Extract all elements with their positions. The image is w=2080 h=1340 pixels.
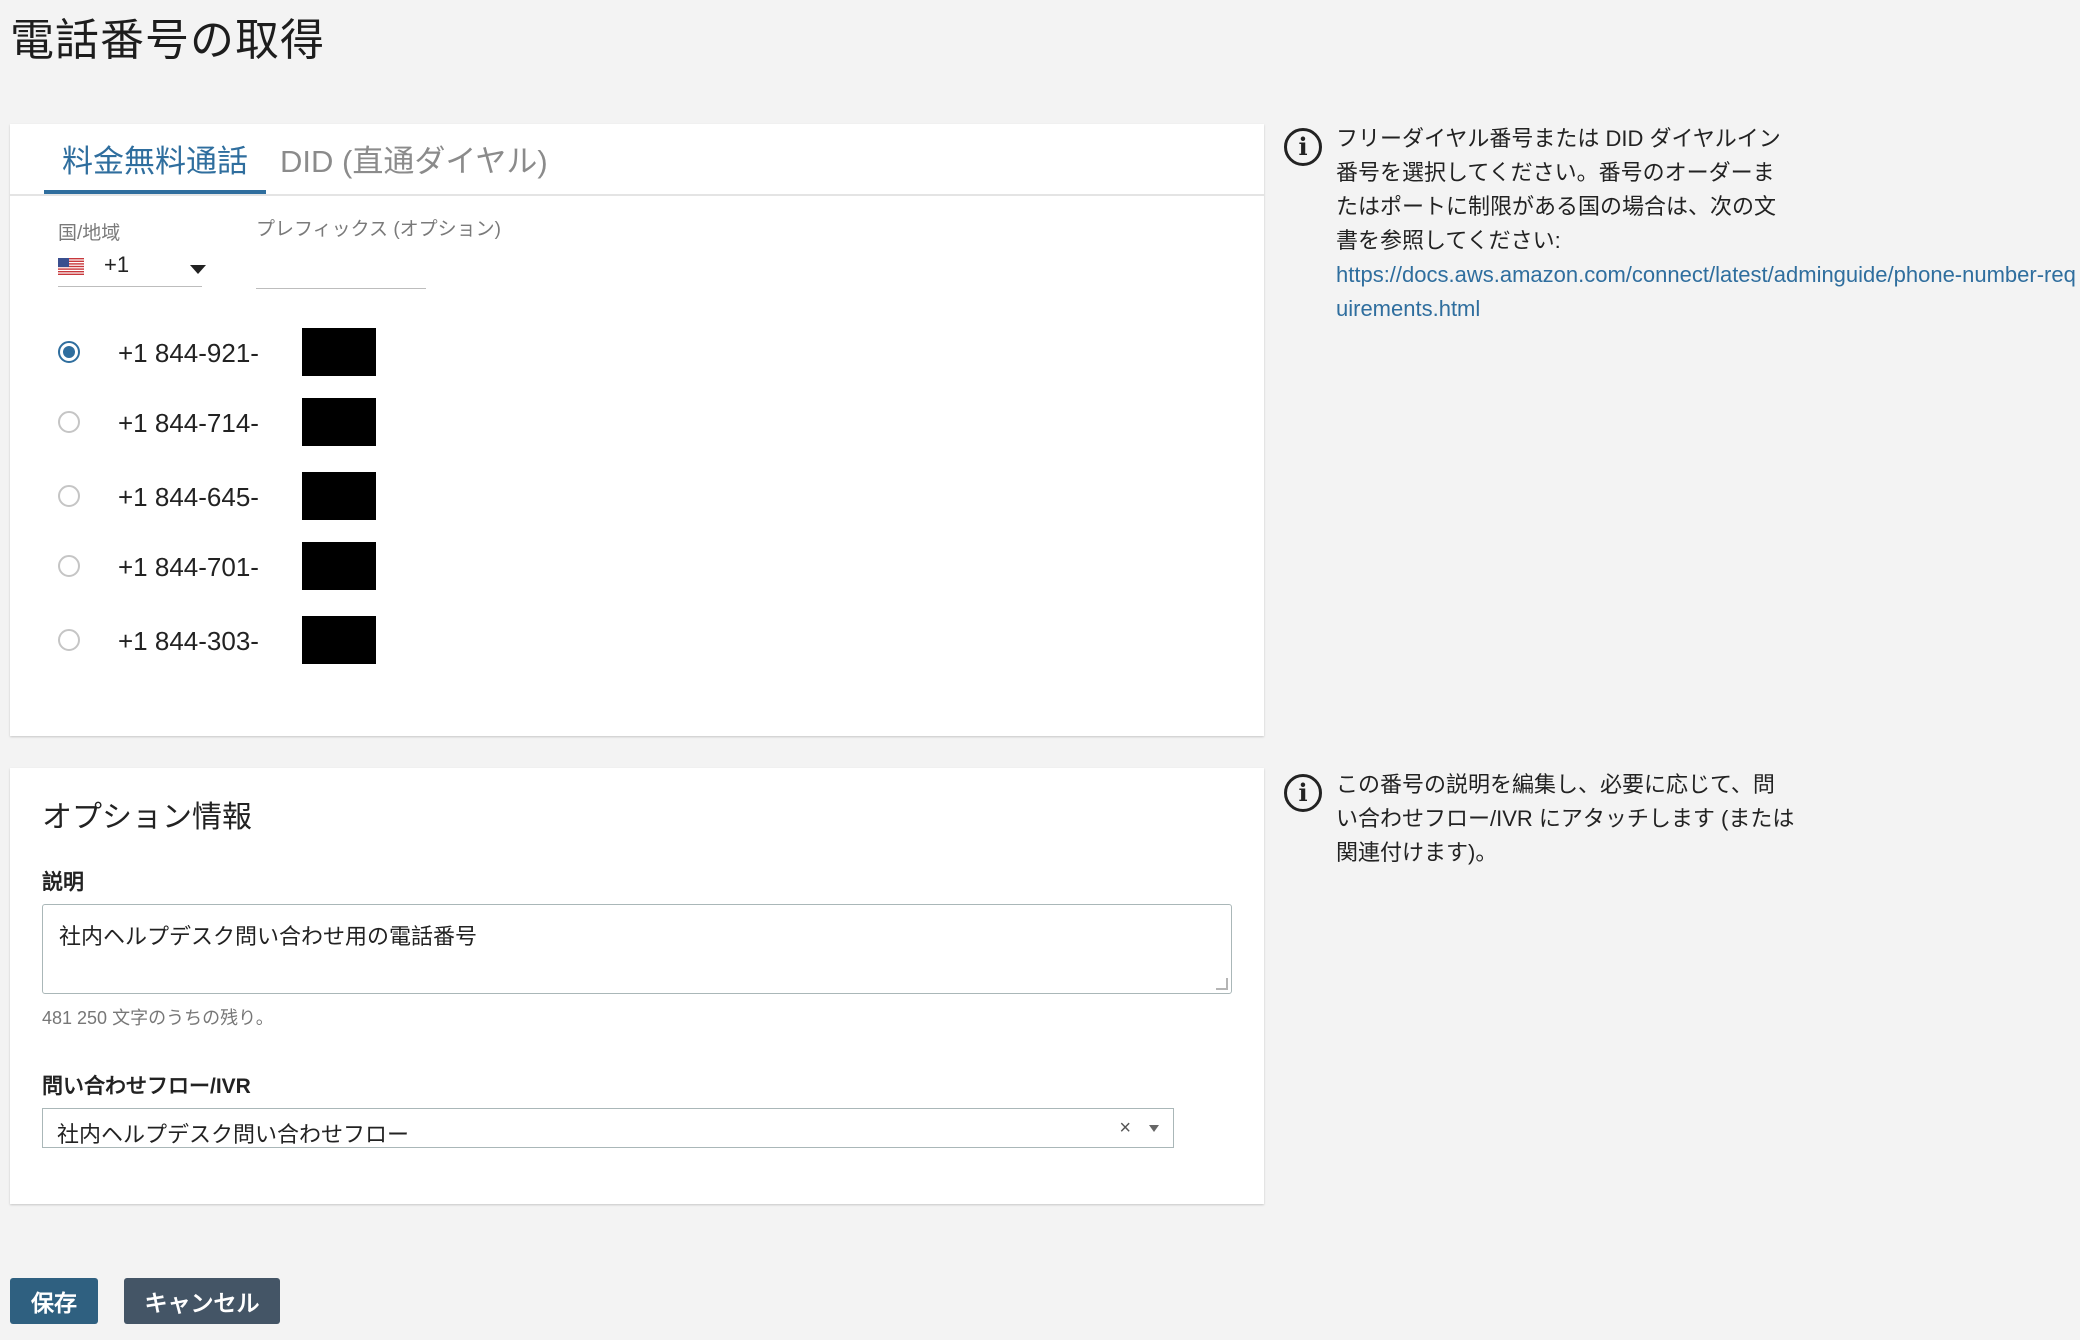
phone-number-text: +1 844-714- bbox=[118, 408, 259, 438]
radio-button[interactable] bbox=[58, 485, 80, 507]
radio-button[interactable] bbox=[58, 555, 80, 577]
redaction-box bbox=[302, 398, 376, 446]
description-textarea[interactable]: 社内ヘルプデスク問い合わせ用の電話番号 bbox=[42, 904, 1232, 994]
tab-did[interactable]: DID (直通ダイヤル) bbox=[276, 142, 552, 190]
redaction-box bbox=[302, 542, 376, 590]
save-button[interactable]: 保存 bbox=[10, 1278, 98, 1324]
number-type-tabs: 料金無料通話 DID (直通ダイヤル) bbox=[10, 124, 1264, 196]
country-code: +1 bbox=[104, 252, 130, 277]
us-flag-icon bbox=[58, 258, 84, 275]
page-title: 電話番号の取得 bbox=[10, 16, 325, 65]
cancel-button[interactable]: キャンセル bbox=[124, 1278, 280, 1324]
docs-link[interactable]: https://docs.aws.amazon.com/connect/late… bbox=[1336, 258, 2076, 326]
info-text-numbers: フリーダイヤル番号または DID ダイヤルイン番号を選択してください。番号のオー… bbox=[1336, 126, 1781, 253]
country-select[interactable]: +1 bbox=[58, 248, 206, 287]
chevron-down-icon bbox=[1149, 1125, 1159, 1132]
redaction-box bbox=[302, 472, 376, 520]
info-icon: i bbox=[1284, 128, 1322, 166]
info-icon: i bbox=[1284, 774, 1322, 812]
flow-value: 社内ヘルプデスク問い合わせフロー bbox=[57, 1122, 410, 1147]
flow-select[interactable]: 社内ヘルプデスク問い合わせフロー × bbox=[42, 1108, 1174, 1148]
options-title: オプション情報 bbox=[42, 801, 252, 834]
tab-toll-free[interactable]: 料金無料通話 bbox=[44, 142, 266, 194]
phone-number-text: +1 844-701- bbox=[118, 552, 259, 582]
number-option[interactable]: +1 844-921- bbox=[58, 328, 376, 378]
flow-label: 問い合わせフロー/IVR bbox=[42, 1075, 251, 1098]
prefix-input[interactable] bbox=[256, 248, 426, 289]
clear-icon[interactable]: × bbox=[1119, 1117, 1131, 1140]
phone-number-text: +1 844-921- bbox=[118, 338, 259, 368]
number-option[interactable]: +1 844-714- bbox=[58, 398, 376, 448]
options-card: オプション情報 説明 社内ヘルプデスク問い合わせ用の電話番号 481 250 文… bbox=[10, 768, 1264, 1204]
number-option[interactable]: +1 844-645- bbox=[58, 472, 376, 522]
redaction-box bbox=[302, 328, 376, 376]
description-label: 説明 bbox=[42, 871, 84, 894]
radio-button[interactable] bbox=[58, 629, 80, 651]
description-value: 社内ヘルプデスク問い合わせ用の電話番号 bbox=[59, 924, 478, 949]
resize-grip-icon[interactable] bbox=[1216, 978, 1228, 990]
chars-remaining: 481 250 文字のうちの残り。 bbox=[42, 1008, 274, 1028]
number-option[interactable]: +1 844-701- bbox=[58, 542, 376, 592]
radio-button[interactable] bbox=[58, 411, 80, 433]
redaction-box bbox=[302, 616, 376, 664]
prefix-label: プレフィックス (オプション) bbox=[256, 219, 501, 240]
country-label: 国/地域 bbox=[58, 223, 121, 244]
radio-button[interactable] bbox=[58, 341, 80, 363]
phone-number-text: +1 844-303- bbox=[118, 626, 259, 656]
info-text-options: この番号の説明を編集し、必要に応じて、問い合わせフロー/IVR にアタッチします… bbox=[1336, 772, 1795, 865]
number-option[interactable]: +1 844-303- bbox=[58, 616, 376, 666]
phone-number-card: 料金無料通話 DID (直通ダイヤル) 国/地域 +1 プレフィックス (オプシ… bbox=[10, 124, 1264, 736]
phone-number-text: +1 844-645- bbox=[118, 482, 259, 512]
chevron-down-icon bbox=[190, 265, 206, 274]
